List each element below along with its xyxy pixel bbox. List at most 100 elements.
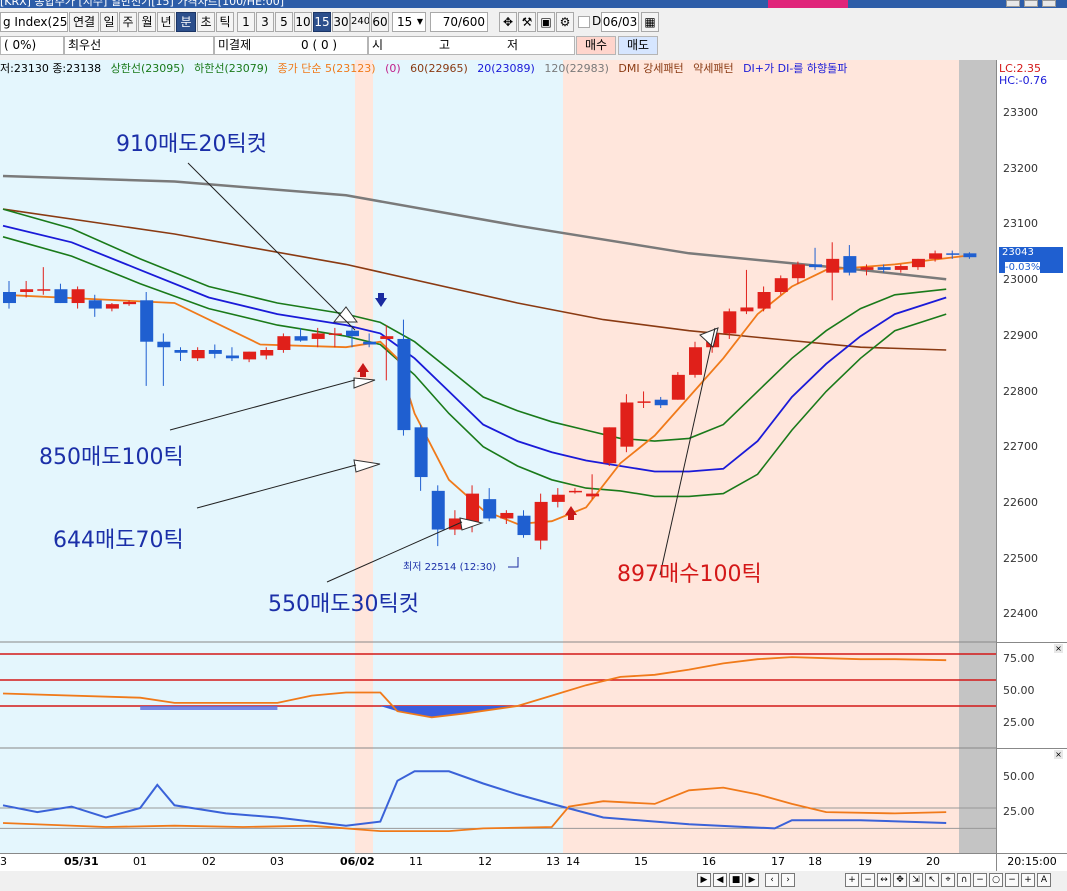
zoom-in-icon[interactable]: + xyxy=(845,873,859,887)
tab-week[interactable]: 주 xyxy=(119,12,137,32)
legend-ma-zero: (0) xyxy=(385,62,401,75)
interval-3[interactable]: 3 xyxy=(256,12,274,32)
rewind-icon[interactable]: ◀ xyxy=(713,873,727,887)
zoom-in-chart-icon[interactable]: + xyxy=(1021,873,1035,887)
price-tick: 22900 xyxy=(1003,329,1038,342)
tab-minute[interactable]: 분 xyxy=(176,12,196,32)
date-field[interactable]: 06/03 xyxy=(601,12,639,32)
interval-1[interactable]: 1 xyxy=(237,12,255,32)
interval-5[interactable]: 5 xyxy=(275,12,293,32)
crosshair-icon[interactable]: ✥ xyxy=(499,12,517,32)
buy-button[interactable]: 매수 xyxy=(576,36,616,55)
price-tick: 23300 xyxy=(1003,106,1038,119)
legend-ma5: 종가 단순 5(23123) xyxy=(277,62,376,75)
calendar-icon[interactable]: ▦ xyxy=(641,12,659,32)
tab-tick[interactable]: 틱 xyxy=(216,12,234,32)
minimize-icon[interactable]: − xyxy=(973,873,987,887)
fit-icon[interactable]: ↔ xyxy=(877,873,891,887)
time-tick: 11 xyxy=(409,855,423,868)
scroll-left-icon[interactable]: ‹ xyxy=(765,873,779,887)
count-field[interactable]: 70/600 xyxy=(430,12,488,32)
play-icon[interactable]: ▶ xyxy=(697,873,711,887)
expand-icon[interactable]: ⇲ xyxy=(909,873,923,887)
search-icon[interactable]: ○ xyxy=(989,873,1003,887)
zoom-out-chart-icon[interactable]: − xyxy=(1005,873,1019,887)
cursor-icon[interactable]: ↖ xyxy=(925,873,939,887)
gear-icon[interactable]: ⚙ xyxy=(556,12,574,32)
stop-icon[interactable]: ■ xyxy=(729,873,743,887)
indicator-legend: 저:23130 종:23138 상한선(23095) 하한선(23079) 종가… xyxy=(0,60,996,78)
interval-240[interactable]: 240 xyxy=(350,12,370,32)
tab-year[interactable]: 년 xyxy=(157,12,175,32)
interval-10[interactable]: 10 xyxy=(294,12,312,32)
price-tick: 22700 xyxy=(1003,440,1038,453)
unsettled-value: 0 ( 0 ) xyxy=(301,38,338,52)
price-type-select[interactable]: 최우선 xyxy=(64,36,214,55)
candle xyxy=(757,292,771,309)
candle xyxy=(105,304,119,309)
interval-select[interactable]: 15 ▼ xyxy=(392,12,426,32)
close-icon[interactable]: × xyxy=(1054,644,1063,653)
window-title: [KRX] 종합주가 [지수] 일반전기[15] 가격차트[100/HE:00] xyxy=(0,0,285,8)
navigation-bar: ▶ ◀ ■ ▶ ‹ › + − ↔ ✥ ⇲ ↖ ⌖ ∩ − ○ − + A xyxy=(0,871,1067,891)
price-axis[interactable]: LC:2.35 HC:-0.76 23300 23200 23100 23000… xyxy=(996,60,1067,853)
legend-ma120: 120(22983) xyxy=(544,62,609,75)
move-icon[interactable]: ✥ xyxy=(893,873,907,887)
magnet-icon[interactable]: ∩ xyxy=(957,873,971,887)
font-size-icon[interactable]: A xyxy=(1037,873,1051,887)
close-button[interactable] xyxy=(1042,0,1056,7)
symbol-field[interactable]: g Index(25.0 xyxy=(0,12,68,32)
maximize-button[interactable] xyxy=(1024,0,1038,7)
save-icon[interactable]: ▣ xyxy=(537,12,555,32)
live-badge[interactable] xyxy=(768,0,848,8)
candle xyxy=(620,402,634,447)
candle xyxy=(774,278,788,292)
candle xyxy=(534,501,548,541)
minimize-button[interactable] xyxy=(1006,0,1020,7)
scroll-right-icon[interactable]: › xyxy=(781,873,795,887)
legend-ma20: 20(23089) xyxy=(477,62,535,75)
candle xyxy=(380,336,394,339)
interval-60[interactable]: 60 xyxy=(371,12,389,32)
interval-select-value: 15 xyxy=(397,15,413,29)
sell-button[interactable]: 매도 xyxy=(618,36,658,55)
time-tick: 15 xyxy=(634,855,648,868)
legend-upper-band: 상한선(23095) xyxy=(110,62,185,75)
candle xyxy=(225,355,239,359)
interval-15[interactable]: 15 xyxy=(313,12,331,32)
tab-continuous[interactable]: 연결 xyxy=(69,12,99,32)
current-price-change: -0.03% xyxy=(1005,262,1041,273)
future-zone xyxy=(959,60,996,853)
time-tick: 14 xyxy=(566,855,580,868)
change-percent: ( 0%) xyxy=(0,36,64,55)
annotation-550-sell: 550매도30틱컷 xyxy=(268,592,419,617)
stoch-oversold-fill xyxy=(140,706,278,710)
date-check-label: D xyxy=(592,14,602,28)
tab-month[interactable]: 월 xyxy=(138,12,156,32)
tools-icon[interactable]: ⚒ xyxy=(518,12,536,32)
time-tick: 05/31 xyxy=(64,855,99,868)
annotation-850-sell: 850매도100틱 xyxy=(39,445,184,470)
dmi-divider xyxy=(997,748,1067,749)
dmi-tick: 25.00 xyxy=(1003,805,1035,818)
time-tick: 06/02 xyxy=(340,855,375,868)
candle xyxy=(809,264,823,268)
date-checkbox[interactable] xyxy=(578,16,590,28)
candle xyxy=(877,267,891,270)
select-icon[interactable]: ⌖ xyxy=(941,873,955,887)
zoom-out-icon[interactable]: − xyxy=(861,873,875,887)
candle xyxy=(946,253,960,255)
candle xyxy=(294,336,308,341)
close-icon[interactable]: × xyxy=(1054,750,1063,759)
candle xyxy=(517,515,531,536)
time-axis[interactable]: 3 05/31 01 02 03 06/02 11 12 13 14 15 16… xyxy=(0,853,996,871)
candle xyxy=(20,289,34,292)
candle xyxy=(723,311,737,334)
tab-second[interactable]: 초 xyxy=(197,12,215,32)
hc-label: HC:-0.76 xyxy=(999,74,1048,87)
interval-30[interactable]: 30 xyxy=(332,12,350,32)
tab-day[interactable]: 일 xyxy=(100,12,118,32)
forward-icon[interactable]: ▶ xyxy=(745,873,759,887)
time-tick: 02 xyxy=(202,855,216,868)
legend-dmi: DMI 강세패턴 xyxy=(618,62,684,75)
